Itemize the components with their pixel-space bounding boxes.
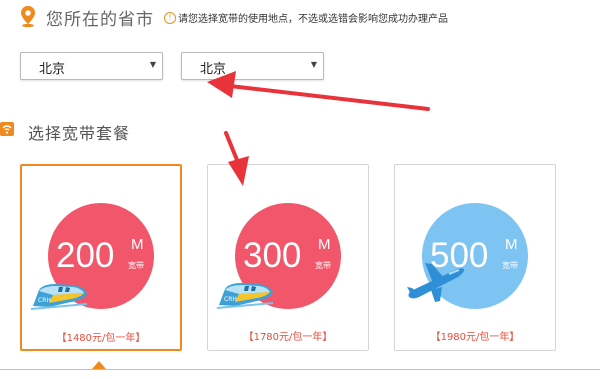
train-icon: CRH: [216, 283, 274, 309]
plan-card-500m[interactable]: 500 M 宽带 【1980元/包一年】: [394, 164, 556, 351]
province-section-title: 您所在的省市: [46, 10, 154, 30]
plan-speed-value: 200: [56, 236, 115, 275]
city-select-value: 北京: [200, 62, 227, 77]
location-notice: ! 请您选择宽带的使用地点，不选或选错会影响您成功办理产品: [164, 10, 448, 25]
svg-text:CRH: CRH: [38, 297, 51, 304]
train-icon: CRH: [30, 284, 88, 310]
location-notice-text: 请您选择宽带的使用地点，不选或选错会影响您成功办理产品: [178, 14, 448, 25]
svg-text:CRH: CRH: [224, 296, 237, 303]
plane-icon: [407, 263, 465, 302]
broadband-signal-icon: [0, 122, 14, 136]
plan-card-300m[interactable]: 300 M 宽带 CRH 【1780元/包一年】: [207, 164, 369, 351]
location-pin-icon: [21, 6, 35, 28]
province-select-value: 北京: [39, 62, 66, 77]
chevron-down-icon: ▼: [149, 60, 156, 69]
plan-speed-unit-sub: 宽带: [502, 261, 518, 270]
selected-plan-pointer: [92, 361, 106, 369]
plan-price: 【1780元/包一年】: [243, 332, 333, 343]
plan-price: 【1980元/包一年】: [430, 332, 520, 343]
plan-price: 【1480元/包一年】: [56, 333, 146, 344]
plan-speed-unit: M: [505, 236, 518, 253]
plan-card-200m[interactable]: 200 M 宽带 CRH 【1480元/包一年】: [20, 164, 182, 351]
plan-section-title: 选择宽带套餐: [28, 124, 131, 143]
plan-speed-unit-sub: 宽带: [128, 261, 144, 270]
city-select[interactable]: 北京 ▼: [181, 52, 324, 80]
section-divider: [0, 369, 600, 370]
province-select[interactable]: 北京 ▼: [20, 52, 163, 80]
info-icon: !: [164, 11, 176, 24]
plan-speed-unit: M: [318, 236, 331, 253]
plan-speed-value: 300: [243, 236, 302, 275]
chevron-down-icon: ▼: [310, 60, 317, 69]
plan-speed-unit: M: [131, 236, 144, 253]
plan-speed-unit-sub: 宽带: [315, 261, 331, 270]
